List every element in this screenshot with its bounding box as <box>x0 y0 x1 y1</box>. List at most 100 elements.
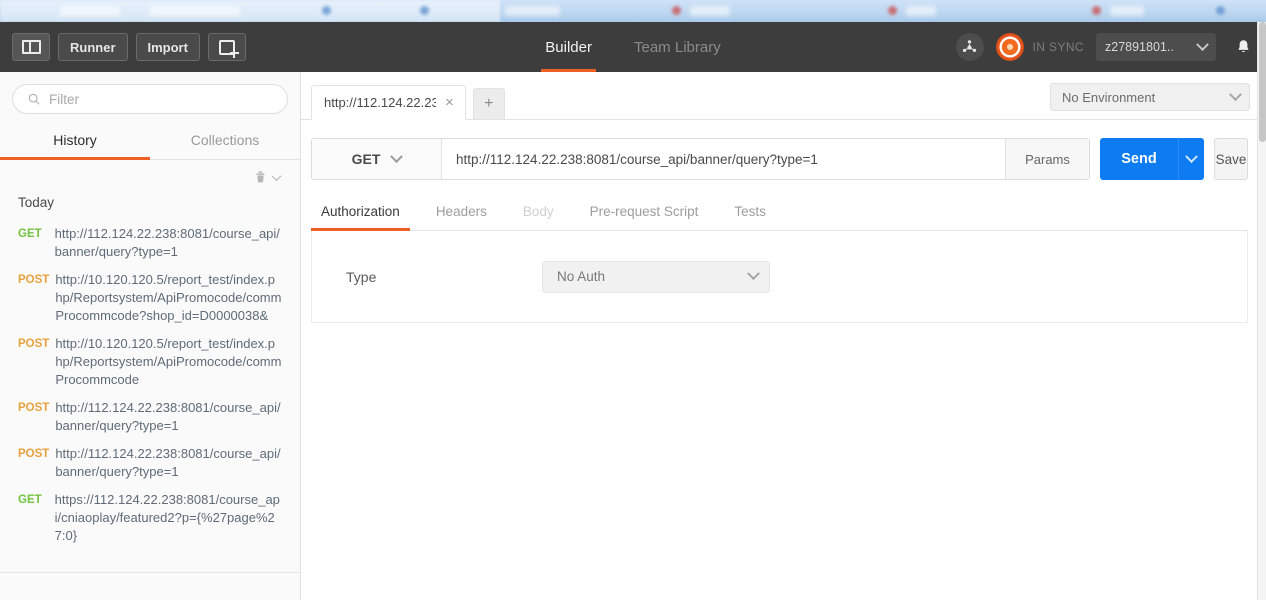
tab-authorization[interactable]: Authorization <box>311 198 410 231</box>
list-item[interactable]: POST http://112.124.22.238:8081/course_a… <box>0 440 300 486</box>
request-url-input[interactable] <box>442 139 1005 179</box>
browser-ghost-tab <box>60 6 120 16</box>
request-tab-label: http://112.124.22.23 <box>324 95 436 110</box>
chevron-down-icon <box>747 267 760 281</box>
tab-tests[interactable]: Tests <box>730 198 770 230</box>
tab-headers[interactable]: Headers <box>432 198 491 230</box>
browser-ghost-tab <box>505 6 560 16</box>
tab-pre-request-script[interactable]: Pre-request Script <box>586 198 703 230</box>
request-option-tabs: Authorization Headers Body Pre-request S… <box>311 198 1248 231</box>
history-url: http://112.124.22.238:8081/course_api/ba… <box>55 400 281 433</box>
auth-type-value: No Auth <box>557 269 606 284</box>
history-method: POST <box>18 448 50 460</box>
browser-ghost-favicon <box>672 6 681 15</box>
browser-ghost-tab <box>906 6 936 16</box>
sidebar-footer <box>0 572 300 600</box>
main-panel: http://112.124.22.23 × + No Environment … <box>301 72 1258 600</box>
filter-input[interactable] <box>49 91 273 107</box>
url-row: GET Params Send Save <box>301 120 1258 180</box>
sidebar-tab-history[interactable]: History <box>0 123 150 160</box>
browser-ghost-tab <box>690 6 730 16</box>
tab-builder[interactable]: Builder <box>541 22 596 72</box>
sidebar-tab-collections[interactable]: Collections <box>150 123 300 159</box>
page-scrollbar[interactable] <box>1257 22 1266 600</box>
url-bar: GET Params <box>311 138 1090 180</box>
new-window-plus-icon <box>218 39 239 58</box>
add-request-tab-button[interactable]: + <box>472 88 505 119</box>
import-button[interactable]: Import <box>135 33 200 61</box>
history-day-label: Today <box>18 195 55 210</box>
request-tab-bar: http://112.124.22.23 × + No Environment <box>301 72 1258 120</box>
chevron-down-icon[interactable] <box>271 170 282 181</box>
sidebar-tabs: History Collections <box>0 123 300 160</box>
chevron-down-icon <box>390 149 404 163</box>
filter-box[interactable] <box>12 84 288 114</box>
browser-ghost-favicon <box>888 6 897 15</box>
left-sidebar: History Collections Today GET http://112… <box>0 72 301 600</box>
sidebar-toggle-button[interactable] <box>12 33 50 61</box>
history-url: https://112.124.22.238:8081/course_api/c… <box>54 492 280 543</box>
browser-tab-strip-blurred <box>0 0 1266 22</box>
close-icon[interactable]: × <box>444 95 455 110</box>
search-icon <box>28 93 40 105</box>
list-item[interactable]: GET http://112.124.22.238:8081/course_ap… <box>0 220 300 266</box>
chevron-down-icon <box>1196 37 1209 51</box>
history-method: POST <box>18 274 50 286</box>
send-button-group: Send <box>1100 138 1204 180</box>
history-method: POST <box>18 338 50 350</box>
send-button[interactable]: Send <box>1100 138 1178 180</box>
send-options-button[interactable] <box>1178 138 1204 180</box>
chevron-down-icon <box>1185 149 1198 163</box>
new-tab-button[interactable] <box>207 33 246 61</box>
params-button[interactable]: Params <box>1005 139 1089 179</box>
browser-ghost-favicon <box>1216 6 1225 15</box>
bell-icon <box>1237 40 1249 53</box>
browser-ghost-favicon <box>420 6 429 15</box>
tab-team-library[interactable]: Team Library <box>630 22 725 72</box>
filter-row <box>0 72 300 123</box>
topbar-left-group: Runner Import <box>0 33 246 61</box>
sync-icon <box>995 33 1024 61</box>
list-item[interactable]: POST http://112.124.22.238:8081/course_a… <box>0 394 300 440</box>
history-method: POST <box>18 402 50 414</box>
history-url: http://10.120.120.5/report_test/index.ph… <box>55 272 282 323</box>
auth-type-dropdown[interactable]: No Auth <box>542 260 770 293</box>
trash-icon[interactable] <box>253 169 268 185</box>
request-tab[interactable]: http://112.124.22.23 × <box>311 85 466 120</box>
history-clear-row <box>0 160 300 189</box>
save-button[interactable]: Save <box>1214 138 1248 180</box>
settings-button[interactable] <box>955 33 984 61</box>
tab-body[interactable]: Body <box>519 198 558 230</box>
sidebar-panel-icon <box>21 40 41 54</box>
history-url: http://112.124.22.238:8081/course_api/ba… <box>55 446 281 479</box>
sync-status-label: IN SYNC <box>1032 40 1084 54</box>
chevron-down-icon <box>1229 87 1242 101</box>
http-method-dropdown[interactable]: GET <box>312 139 442 179</box>
browser-ghost-tab <box>1110 6 1144 16</box>
list-item[interactable]: GET https://112.124.22.238:8081/course_a… <box>0 486 300 550</box>
list-item[interactable]: POST http://10.120.120.5/report_test/ind… <box>0 266 300 330</box>
history-method: GET <box>18 228 42 240</box>
environment-label: No Environment <box>1062 89 1156 105</box>
browser-ghost-tab <box>150 6 240 16</box>
history-url: http://112.124.22.238:8081/course_api/ba… <box>54 226 280 259</box>
user-account-dropdown[interactable]: z27891801.. <box>1096 33 1216 61</box>
list-item[interactable]: POST http://10.120.120.5/report_test/ind… <box>0 330 300 394</box>
app-topbar: Runner Import Builder Team Library IN SY… <box>0 22 1266 72</box>
notifications-button[interactable] <box>1228 32 1258 62</box>
page-scrollbar-thumb[interactable] <box>1259 22 1266 142</box>
history-url: http://10.120.120.5/report_test/index.ph… <box>55 336 282 387</box>
history-method: GET <box>18 494 42 506</box>
topbar-right-group: IN SYNC z27891801.. <box>955 32 1266 62</box>
runner-button[interactable]: Runner <box>58 33 128 61</box>
authorization-panel: Type No Auth <box>311 231 1248 323</box>
history-list: Today GET http://112.124.22.238:8081/cou… <box>0 189 300 572</box>
user-account-label: z27891801.. <box>1105 40 1174 54</box>
http-method-label: GET <box>351 151 381 167</box>
browser-ghost-favicon <box>1092 6 1101 15</box>
browser-ghost-favicon <box>322 6 331 15</box>
gear-icon <box>962 39 977 52</box>
auth-type-label: Type <box>346 268 377 285</box>
environment-dropdown[interactable]: No Environment <box>1050 83 1250 111</box>
sync-status-group[interactable]: IN SYNC <box>995 33 1084 61</box>
